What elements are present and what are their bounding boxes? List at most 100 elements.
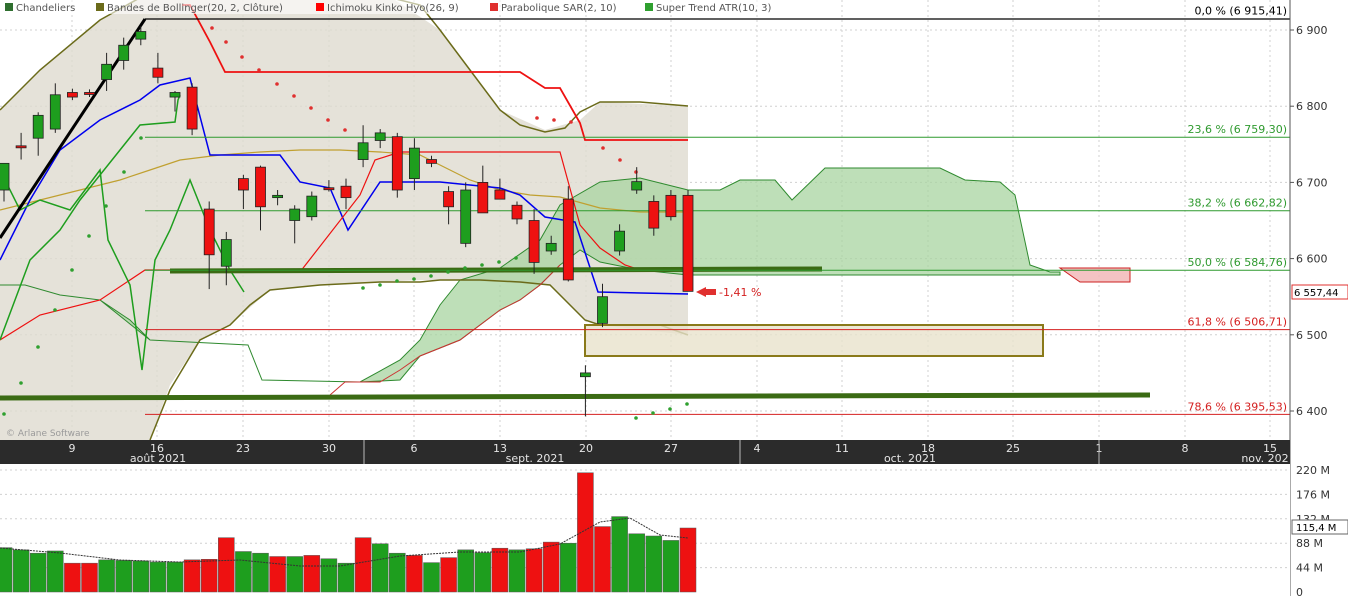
date-tick-label: 9 bbox=[69, 442, 76, 455]
price-tick-label: 6 600 bbox=[1296, 253, 1328, 266]
sar-dot bbox=[257, 68, 261, 72]
date-tick-label: 30 bbox=[322, 442, 336, 455]
sar-dot bbox=[535, 116, 539, 120]
sar-dot bbox=[395, 279, 399, 283]
candle-body bbox=[237, 178, 249, 191]
price-tick-label: 6 700 bbox=[1296, 176, 1328, 189]
candle-body bbox=[220, 239, 232, 267]
candle-body bbox=[323, 187, 335, 191]
sar-dot bbox=[139, 136, 143, 140]
legend-swatch bbox=[490, 3, 498, 11]
month-label: oct. 2021 bbox=[884, 452, 936, 465]
volume-bar bbox=[149, 561, 167, 593]
candle-body bbox=[374, 132, 386, 141]
legend-swatch bbox=[5, 3, 13, 11]
volume-bar bbox=[577, 472, 594, 593]
price-tick-label: 6 400 bbox=[1296, 405, 1328, 418]
candle-body bbox=[135, 31, 147, 40]
watermark: © Arlane Software bbox=[6, 429, 90, 439]
candle-body bbox=[426, 159, 437, 164]
volume-bar bbox=[491, 547, 509, 593]
candle-body bbox=[118, 44, 130, 61]
chart-canvas: 0,0 % (6 915,41) 23,6 % (6 759,30) 38,2 % … bbox=[0, 0, 1348, 596]
candle-body bbox=[665, 194, 677, 218]
price-tick-label: 6 800 bbox=[1296, 100, 1328, 113]
legend-swatch bbox=[96, 3, 104, 11]
sar-dot bbox=[618, 158, 622, 162]
volume-bar bbox=[12, 549, 30, 593]
volume-tick-label: 0 bbox=[1296, 586, 1303, 596]
sar-dot bbox=[480, 263, 484, 267]
volume-bar bbox=[337, 562, 355, 593]
candle-body bbox=[84, 92, 95, 95]
sar-dot bbox=[361, 286, 365, 290]
date-tick-label: 11 bbox=[835, 442, 849, 455]
volume-bar bbox=[0, 547, 13, 593]
candle bbox=[391, 132, 403, 198]
volume-bar bbox=[474, 552, 492, 593]
sar-dot bbox=[552, 118, 556, 122]
sar-dot bbox=[378, 283, 382, 287]
candle-body bbox=[169, 92, 181, 98]
candle-body bbox=[408, 147, 420, 179]
last-volume-badge: 115,4 M bbox=[1291, 519, 1348, 535]
sar-dot bbox=[651, 411, 655, 415]
volume-bar bbox=[508, 549, 526, 593]
candle-body bbox=[0, 162, 10, 191]
volume-bar bbox=[423, 562, 440, 593]
volume-bar bbox=[303, 555, 321, 593]
volume-bar bbox=[645, 535, 663, 593]
candle-body bbox=[289, 208, 301, 221]
legend-entry: Super Trend ATR(10, 3) bbox=[656, 3, 771, 14]
candle-body bbox=[648, 201, 660, 229]
volume-bar bbox=[457, 549, 474, 593]
price-tick-label: 6 500 bbox=[1296, 329, 1328, 342]
volume-bar bbox=[628, 533, 645, 593]
candle-body bbox=[186, 86, 198, 130]
fib-label: 78,6 % (6 395,53) bbox=[1187, 400, 1287, 413]
candle-body bbox=[391, 136, 403, 191]
candle-body bbox=[49, 94, 61, 130]
volume-tick-label: 88 M bbox=[1296, 537, 1323, 550]
date-tick-label: 8 bbox=[1182, 442, 1189, 455]
sar-dot bbox=[601, 146, 605, 150]
date-tick-label: 27 bbox=[664, 442, 678, 455]
candle-body bbox=[682, 194, 694, 292]
legend-swatch bbox=[316, 3, 324, 11]
last-price-badge: 6 557,44 bbox=[1291, 284, 1348, 300]
volume-bar bbox=[440, 557, 457, 593]
sar-dot bbox=[19, 381, 23, 385]
sar-dot bbox=[70, 268, 74, 272]
candle-body bbox=[477, 181, 489, 214]
candle-body bbox=[306, 195, 318, 218]
month-label: nov. 202 bbox=[1241, 452, 1288, 465]
sar-dot bbox=[292, 94, 296, 98]
candle bbox=[186, 83, 198, 136]
sar-dot bbox=[53, 308, 57, 312]
sar-dot bbox=[668, 407, 672, 411]
volume-bar bbox=[81, 562, 98, 593]
candle-body bbox=[255, 166, 266, 208]
volume-bar bbox=[542, 541, 560, 593]
candle-body bbox=[32, 114, 44, 139]
legend: Chandeliers Bandes de Bollinger(20, 2, Cl… bbox=[0, 0, 800, 14]
volume-bar bbox=[286, 556, 303, 593]
fib-label: 38,2 % (6 662,82) bbox=[1187, 197, 1287, 210]
legend-entry: Ichimoku Kinko Hyo(26, 9) bbox=[327, 3, 459, 14]
sar-dot bbox=[634, 416, 638, 420]
candle-body bbox=[562, 198, 574, 281]
fib-label: 0,0 % (6 915,41) bbox=[1194, 4, 1287, 17]
candle bbox=[562, 186, 574, 282]
sar-dot bbox=[343, 128, 347, 132]
last-volume-text: 115,4 M bbox=[1296, 523, 1336, 534]
candle-body bbox=[494, 189, 506, 200]
sar-dot bbox=[2, 412, 6, 416]
change-percent-label: -1,41 % bbox=[719, 286, 761, 299]
sar-dot bbox=[429, 274, 433, 278]
volume-bar bbox=[371, 543, 389, 593]
volume-tick-label: 176 M bbox=[1296, 488, 1330, 501]
candle-body bbox=[15, 145, 27, 149]
volume-bar bbox=[525, 548, 543, 593]
sar-dot bbox=[224, 40, 228, 44]
volume-bar bbox=[235, 551, 252, 593]
